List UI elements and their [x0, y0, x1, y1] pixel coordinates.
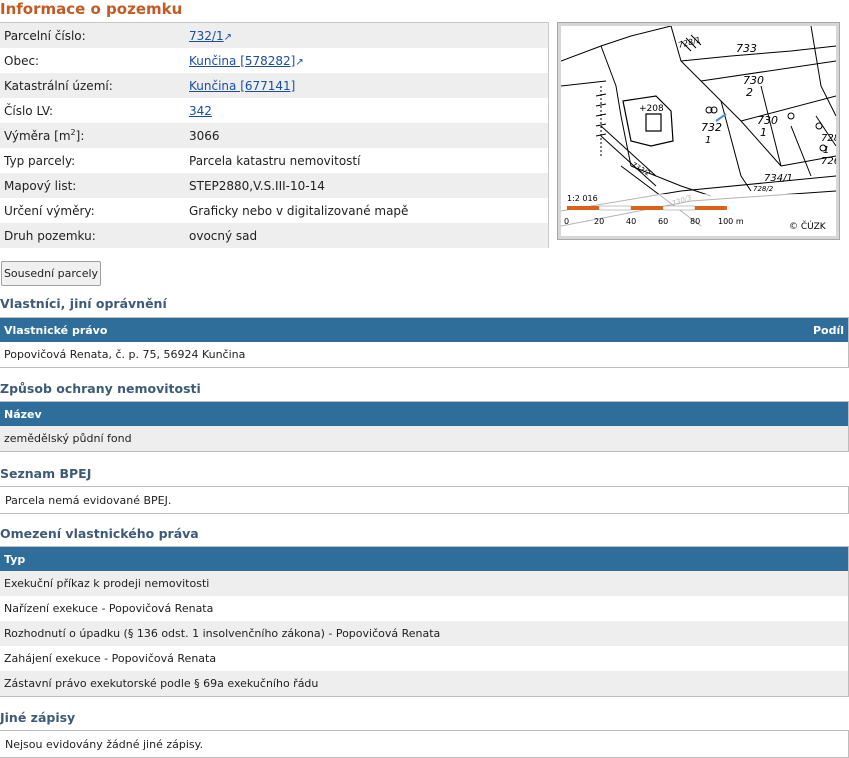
scale-tick-label: 60: [658, 217, 668, 226]
owner-name: Popovičová Renata, č. p. 75, 56924 Kunči…: [4, 348, 246, 361]
table-row: zemědělský půdní fond: [0, 426, 848, 451]
external-link-icon[interactable]: ↗: [224, 32, 232, 43]
map-copyright: © ČÚZK: [789, 220, 827, 232]
protection-table: Název zemědělský půdní fond: [0, 401, 849, 452]
scale-tick-label: 80: [690, 217, 700, 226]
info-label: Určení výměry:: [4, 204, 95, 218]
info-label: Obec:: [4, 54, 40, 68]
parcel-number-label: 733: [736, 42, 757, 55]
info-label: Druh pozemku:: [4, 229, 96, 243]
parcel-number-label: 2: [746, 86, 753, 99]
table-row: Zástavní právo exekutorské podle § 69a e…: [0, 671, 848, 696]
scale-tick-label: 40: [626, 217, 636, 226]
other-entries-box: Nejsou evidovány žádné jiné zápisy.: [0, 730, 849, 758]
info-row: Druh pozemku: ovocný sad: [0, 223, 548, 248]
table-row: Nařízení exekuce - Popovičová Renata: [0, 596, 848, 621]
external-link-icon[interactable]: ↗: [295, 57, 303, 68]
owners-table: Vlastnické právo Podíl Popovičová Renata…: [0, 317, 849, 368]
info-row: Parcelní číslo: 732/1↗: [0, 23, 548, 48]
table-row: Rozhodnutí o úpadku (§ 136 odst. 1 insol…: [0, 621, 848, 646]
info-row: Typ parcely: Parcela katastru nemovitostí: [0, 148, 548, 173]
info-value: ovocný sad: [189, 229, 258, 243]
neighbor-parcels-button[interactable]: Sousední parcely: [1, 261, 101, 286]
info-value[interactable]: 342: [189, 104, 212, 118]
info-value[interactable]: Kunčina [677141]: [189, 79, 295, 93]
info-value-link[interactable]: 732/1: [189, 29, 224, 43]
svg-text:1:2 016: 1:2 016: [567, 194, 598, 203]
info-row: Mapový list: STEP2880,V.S.III-10-14: [0, 173, 548, 198]
scale-tick-label: 100 m: [718, 217, 744, 226]
info-row: Obec: Kunčina [578282]↗: [0, 48, 548, 73]
parcel-number-label: 726: [821, 156, 836, 167]
info-label: Katastrální území:: [4, 79, 113, 93]
col-ownership-right: Vlastnické právo: [4, 324, 108, 337]
table-row: Popovičová Renata, č. p. 75, 56924 Kunči…: [0, 342, 848, 367]
parcel-info-table: Parcelní číslo: 732/1↗ Obec: Kunčina [57828…: [0, 22, 549, 248]
info-row: Určení výměry: Graficky nebo v digitalizo…: [0, 198, 548, 223]
bpej-note: Parcela nemá evidované BPEJ.: [5, 494, 172, 507]
restrictions-table: Typ Exekuční příkaz k prodeji nemovitost…: [0, 546, 849, 697]
cadastral-map[interactable]: 728/1 733 730 2 732 1 730 1 728 1 726 73…: [561, 26, 836, 236]
parcel-number-label: 1: [705, 135, 711, 146]
col-name: Název: [4, 408, 42, 421]
restriction-type: Zahájení exekuce - Popovičová Renata: [4, 652, 217, 665]
info-value[interactable]: Kunčina [578282]↗: [189, 54, 304, 70]
info-label: Parcelní číslo:: [4, 29, 86, 43]
protection-value: zemědělský půdní fond: [4, 432, 132, 445]
scale-tick-label: 20: [594, 217, 604, 226]
info-value: Graficky nebo v digitalizované mapě: [189, 204, 409, 218]
table-row: Exekuční příkaz k prodeji nemovitosti: [0, 571, 848, 596]
info-value-link[interactable]: 342: [189, 104, 212, 118]
bpej-note-box: Parcela nemá evidované BPEJ.: [0, 486, 849, 514]
info-value: 3066: [189, 129, 220, 143]
scale-tick-label: 0: [564, 217, 569, 226]
restriction-type: Nařízení exekuce - Popovičová Renata: [4, 602, 214, 615]
restriction-type: Rozhodnutí o úpadku (§ 136 odst. 1 insol…: [4, 627, 441, 640]
info-value-link[interactable]: Kunčina [677141]: [189, 79, 295, 93]
bpej-title: Seznam BPEJ: [0, 466, 92, 481]
info-row: Katastrální území: Kunčina [677141]: [0, 73, 548, 98]
info-label: Číslo LV:: [4, 104, 54, 118]
info-value: Parcela katastru nemovitostí: [189, 154, 361, 168]
parcel-number-label: +208: [639, 104, 664, 114]
info-row: Výměra [m2]: 3066: [0, 123, 548, 148]
info-label: Typ parcely:: [4, 154, 76, 168]
info-label: Mapový list:: [4, 179, 77, 193]
protection-table-header: Název: [0, 402, 848, 426]
parcel-number-label: 728/2: [753, 185, 774, 193]
info-row: Číslo LV: 342: [0, 98, 548, 123]
owners-title: Vlastníci, jiní oprávnění: [0, 296, 167, 311]
info-label: Výměra [m2]:: [4, 128, 85, 144]
parcel-number-label: 732: [701, 121, 722, 134]
scale-bar: 1:2 016 0 20 40 60 80 100 m © ČÚZK: [561, 194, 836, 236]
col-type: Typ: [4, 553, 26, 566]
other-entries-note: Nejsou evidovány žádné jiné zápisy.: [5, 738, 204, 751]
col-share: Podíl: [812, 324, 844, 337]
table-row: Zahájení exekuce - Popovičová Renata: [0, 646, 848, 671]
restriction-type: Zástavní právo exekutorské podle § 69a e…: [4, 677, 319, 690]
owners-table-header: Vlastnické právo Podíl: [0, 318, 848, 342]
info-value-link[interactable]: Kunčina [578282]: [189, 54, 295, 68]
parcel-number-label: 1: [760, 126, 767, 139]
hatched-boundary: [595, 34, 702, 156]
restrictions-table-header: Typ: [0, 547, 848, 571]
page-title: Informace o pozemku: [0, 0, 183, 18]
parcel-map[interactable]: 728/1 733 730 2 732 1 730 1 728 1 726 73…: [557, 22, 840, 240]
parcel-number-label: 734/1: [764, 173, 793, 184]
protection-title: Způsob ochrany nemovitosti: [0, 381, 201, 396]
info-value: STEP2880,V.S.III-10-14: [189, 179, 325, 193]
restriction-type: Exekuční příkaz k prodeji nemovitosti: [4, 577, 210, 590]
parcel-number-label: 728: [821, 133, 836, 144]
parcel-number-label: 728/1: [677, 35, 702, 50]
restrictions-title: Omezení vlastnického práva: [0, 526, 199, 541]
other-entries-title: Jiné zápisy: [0, 710, 76, 725]
parcel-marker-icon: [715, 113, 727, 122]
info-value[interactable]: 732/1↗: [189, 29, 232, 45]
